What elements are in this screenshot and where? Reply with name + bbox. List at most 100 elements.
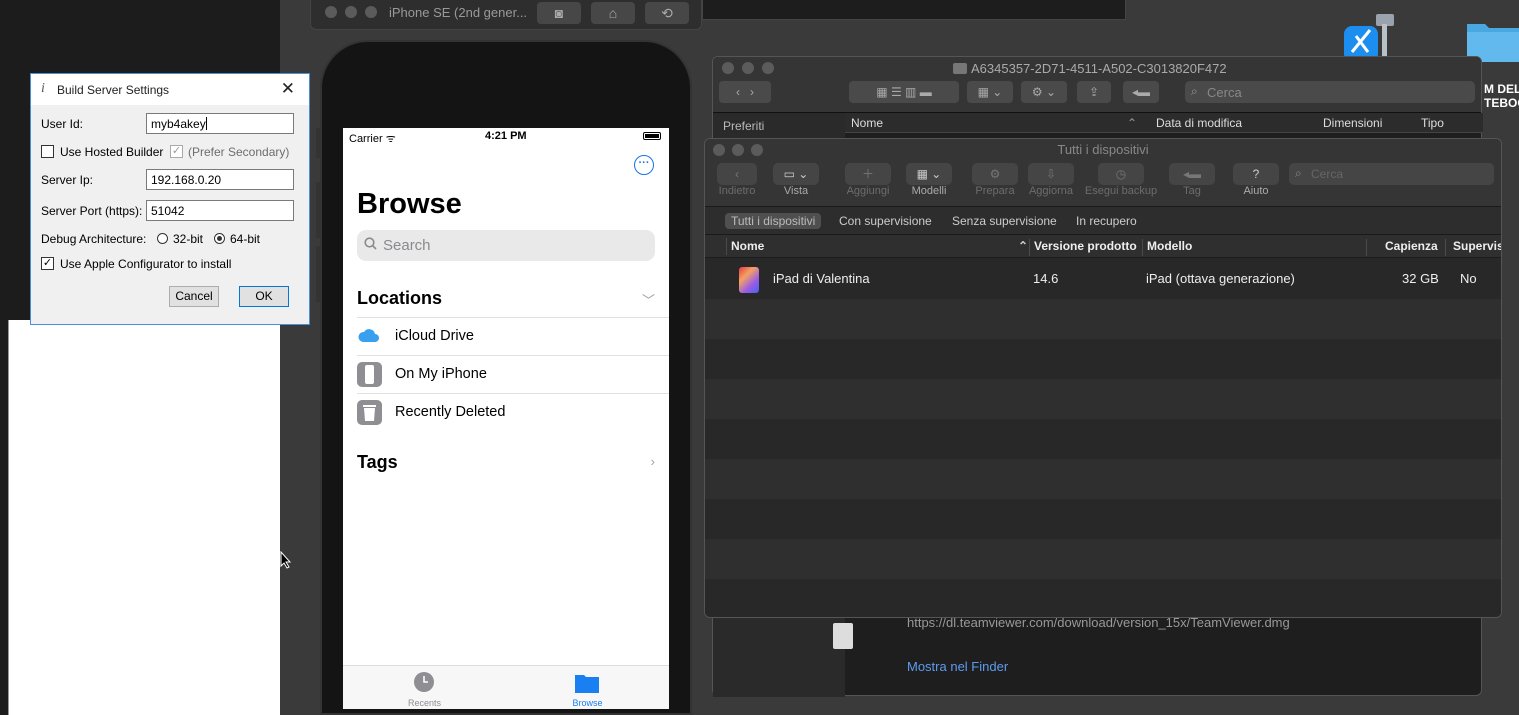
configurator-toolbar: Tutti i dispositivi ‹ Indietro ▭ ⌄ Vista… — [705, 139, 1501, 207]
locations-heading[interactable]: Locations — [357, 288, 442, 309]
home-icon[interactable]: ⌂ — [591, 2, 635, 24]
tab-browse[interactable]: Browse — [506, 666, 669, 709]
finder-search-placeholder: Cerca — [1207, 85, 1242, 100]
backup-icon: ◷ — [1098, 163, 1144, 185]
toolbar-update-label: Aggiorna — [1028, 185, 1074, 197]
toolbar-tag[interactable]: ◂▬ Tag — [1167, 163, 1217, 197]
use-configurator-checkbox[interactable]: ✓ — [41, 257, 54, 270]
more-options-icon[interactable]: ··· — [634, 155, 654, 175]
finder-col-size[interactable]: Dimensioni — [1323, 116, 1382, 130]
finder-title-text: A6345357-2D71-4511-A502-C3013820F472 — [971, 61, 1227, 76]
use-hosted-builder-checkbox[interactable] — [41, 145, 54, 158]
server-ip-field[interactable]: 192.168.0.20 — [146, 169, 294, 190]
location-item-icloud[interactable]: iCloud Drive — [357, 317, 669, 355]
col-model[interactable]: Modello — [1147, 239, 1192, 253]
finder-column-header: Nome ⌃ Data di modifica Dimensioni Tipo — [845, 113, 1483, 133]
clock-icon — [414, 672, 434, 692]
use-hosted-builder-label: Use Hosted Builder — [60, 145, 164, 159]
user-id-field[interactable]: myb4akey — [146, 113, 294, 134]
close-icon[interactable]: ✕ — [281, 79, 295, 99]
finder-col-name[interactable]: Nome — [851, 116, 883, 130]
folder-icon — [575, 675, 599, 693]
finder-action-button[interactable]: ⚙ ⌄ — [1021, 81, 1067, 103]
toolbar-backup[interactable]: ◷ Esegui backup — [1081, 163, 1161, 197]
empty-row — [705, 379, 1501, 419]
filter-recovery[interactable]: In recupero — [1070, 213, 1143, 229]
simulator-close-button[interactable] — [325, 6, 337, 18]
finder-share-button[interactable]: ⇪ — [1077, 81, 1111, 103]
device-row[interactable]: iPad di Valentina 14.6 iPad (ottava gene… — [705, 259, 1501, 299]
ok-button[interactable]: OK — [239, 286, 289, 307]
finder-search-field[interactable]: ⌕ Cerca — [1185, 81, 1475, 103]
rotate-icon[interactable]: ⟲ — [645, 2, 689, 24]
search-placeholder: Search — [383, 237, 431, 254]
finder-tag-button[interactable]: ◂▬ — [1123, 81, 1159, 103]
finder-col-type[interactable]: Tipo — [1421, 116, 1444, 130]
location-item-on-my-iphone[interactable]: On My iPhone — [357, 355, 669, 393]
configurator-filter-bar: Tutti i dispositivi Con supervisione Sen… — [705, 207, 1501, 235]
configurator-search-field[interactable]: ⌕ Cerca — [1289, 163, 1494, 185]
finder-zoom-button[interactable] — [762, 62, 774, 74]
finder-view-switcher[interactable]: ▦ ☰ ▥ ▬ — [849, 81, 959, 103]
server-port-field[interactable]: 51042 — [146, 200, 294, 221]
show-in-finder-link[interactable]: Mostra nel Finder — [907, 659, 1008, 674]
finder-close-button[interactable] — [722, 62, 734, 74]
filter-all-devices[interactable]: Tutti i dispositivi — [725, 213, 822, 229]
device-name: iPad di Valentina — [773, 271, 870, 286]
arch-32-radio[interactable] — [157, 233, 168, 244]
text-caret — [205, 117, 207, 130]
use-configurator-label: Use Apple Configurator to install — [60, 257, 232, 271]
add-icon: ＋ — [845, 163, 891, 185]
finder-minimize-button[interactable] — [742, 62, 754, 74]
search-input[interactable]: Search — [357, 230, 655, 261]
filter-supervised[interactable]: Con supervisione — [833, 213, 938, 229]
col-capacity[interactable]: Capienza — [1385, 239, 1438, 253]
finder-group-button[interactable]: ▦ ⌄ — [967, 81, 1013, 103]
toolbar-tag-label: Tag — [1183, 185, 1201, 197]
tab-recents[interactable]: Recents — [343, 666, 506, 709]
camera-icon[interactable]: ◙ — [537, 2, 581, 24]
toolbar-view[interactable]: ▭ ⌄ Vista — [769, 163, 823, 197]
volume-down-button — [316, 246, 321, 302]
location-item-recently-deleted[interactable]: Recently Deleted — [357, 393, 669, 431]
simulator-minimize-button[interactable] — [345, 6, 357, 18]
finder-back-forward[interactable]: ‹ › — [719, 81, 771, 103]
xcode-app-icon[interactable] — [1340, 12, 1402, 62]
col-supervised[interactable]: Supervisi — [1453, 239, 1501, 253]
col-name[interactable]: Nome — [731, 239, 764, 253]
arch-32-label: 32-bit — [173, 232, 204, 246]
finder-toolbar: A6345357-2D71-4511-A502-C3013820F472 ‹ ›… — [713, 57, 1481, 113]
simulator-zoom-button[interactable] — [365, 6, 377, 18]
toolbar-help[interactable]: ? Aiuto — [1231, 163, 1281, 197]
prefer-secondary-checkbox[interactable]: ✓ — [170, 145, 183, 158]
finder-col-date[interactable]: Data di modifica — [1156, 116, 1242, 130]
background-panel — [8, 320, 280, 715]
folder-title-icon — [953, 63, 967, 74]
toolbar-update[interactable]: ⇩ Aggiorna — [1023, 163, 1079, 197]
column-separator — [1366, 239, 1367, 256]
cancel-button[interactable]: Cancel — [169, 286, 219, 307]
arch-64-label: 64-bit — [230, 232, 261, 246]
chevron-down-icon[interactable]: ﹀ — [642, 290, 655, 309]
background-window-fragment — [702, 0, 1126, 20]
configurator-window[interactable]: Tutti i dispositivi ‹ Indietro ▭ ⌄ Vista… — [704, 138, 1502, 618]
tags-heading[interactable]: Tags — [357, 452, 398, 473]
arch-64-radio[interactable] — [214, 233, 225, 244]
filter-unsupervised[interactable]: Senza supervisione — [946, 213, 1063, 229]
iphone-screen: Carrier ᯤ 4:21 PM ··· Browse Search Loca… — [343, 128, 669, 709]
dialog-titlebar: i Build Server Settings ✕ — [31, 74, 309, 105]
location-label: On My iPhone — [395, 366, 487, 382]
page-title: Browse — [357, 188, 462, 220]
server-port-value: 51042 — [151, 204, 185, 218]
dmg-file-icon — [833, 623, 853, 649]
device-supervised: No — [1460, 271, 1477, 286]
toolbar-blueprints[interactable]: ▦ ⌄ Modelli — [904, 163, 954, 197]
device-model: iPad (ottava generazione) — [1146, 271, 1295, 286]
build-server-dialog[interactable]: i Build Server Settings ✕ User Id: myb4a… — [30, 73, 310, 325]
toolbar-back[interactable]: ‹ Indietro — [713, 163, 761, 197]
toolbar-prepare[interactable]: ⚙ Prepara — [969, 163, 1021, 197]
server-ip-value: 192.168.0.20 — [151, 173, 222, 187]
chevron-right-icon[interactable]: › — [651, 454, 655, 469]
col-version[interactable]: Versione prodotto — [1034, 239, 1137, 253]
toolbar-add[interactable]: ＋ Aggiungi — [841, 163, 895, 197]
